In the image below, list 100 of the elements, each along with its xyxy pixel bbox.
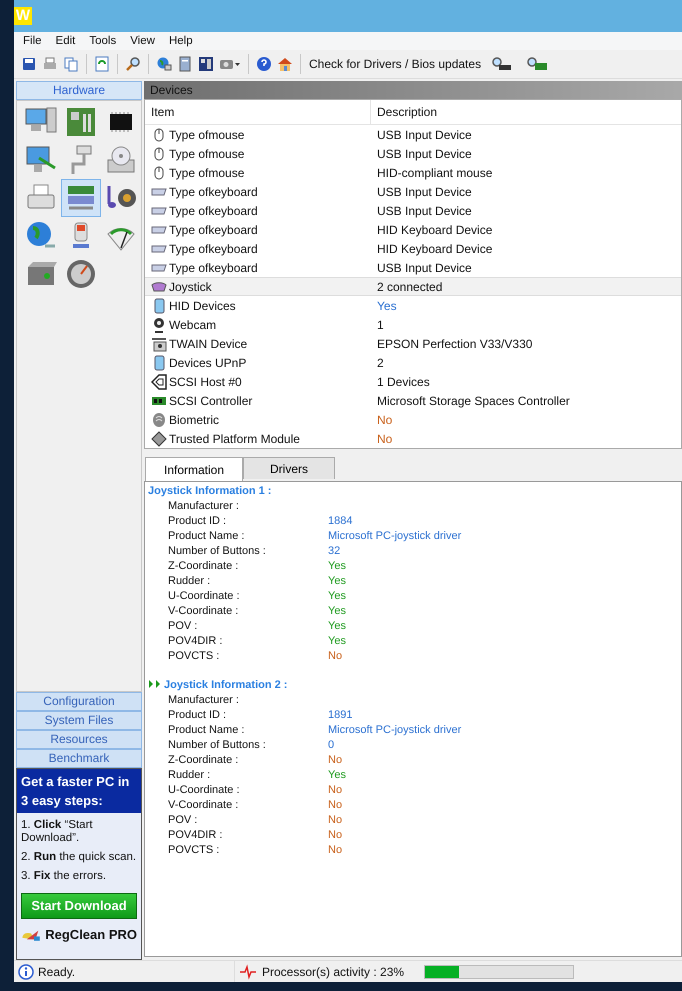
menu-item[interactable]: View — [123, 32, 162, 50]
device-row[interactable]: HID Devices Yes — [145, 296, 681, 315]
brand-name: RegClean PRO — [45, 926, 137, 944]
field-value: No — [328, 813, 342, 828]
field-value: No — [328, 783, 342, 798]
field-label: Number of Buttons : — [168, 544, 267, 560]
device-row[interactable]: Type ofmouse HID-compliant mouse — [145, 163, 681, 182]
field-value: No — [328, 843, 342, 858]
field-label: Z-Coordinate : — [168, 753, 240, 768]
device-row[interactable]: Type ofkeyboard USB Input Device — [145, 182, 681, 201]
device-description: No — [377, 412, 392, 426]
device-name: SCSI Controller — [169, 392, 252, 410]
device-name: Type ofkeyboard — [169, 222, 258, 238]
toolbar-button[interactable] — [276, 55, 294, 73]
category-tab[interactable]: Hardware — [16, 81, 142, 100]
device-row[interactable]: Biometric No — [145, 410, 681, 429]
field-label: Product Name : — [168, 529, 246, 544]
category-tab[interactable]: System Files — [16, 711, 142, 730]
webcam-icon — [151, 316, 167, 332]
toolbar-button[interactable] — [62, 55, 80, 73]
device-name: Type ofmouse — [169, 126, 244, 144]
toolbar-button[interactable] — [20, 55, 38, 73]
field-value: No — [328, 798, 342, 814]
tab[interactable]: Drivers — [243, 457, 335, 479]
section-title: Joystick Information 1 : — [148, 484, 272, 500]
device-description: USB Input Device — [377, 260, 472, 274]
column-header[interactable]: Item — [151, 103, 174, 121]
device-row[interactable]: SCSI Host #0 1 Devices — [145, 372, 681, 391]
column-header[interactable]: Description — [377, 105, 438, 119]
field-value: Microsoft PC-joystick driver — [328, 723, 462, 738]
device-row[interactable]: Trusted Platform Module No — [145, 429, 681, 448]
device-description: Yes — [377, 298, 397, 312]
field-label: POVCTS : — [168, 843, 220, 858]
category-tab[interactable]: Configuration — [16, 692, 142, 711]
device-description: 2 — [377, 356, 384, 370]
device-name: Type ofkeyboard — [169, 202, 258, 220]
circuit-board-icon — [198, 56, 214, 72]
menu-item[interactable]: File — [16, 32, 49, 50]
ad-title: Get a faster PC in 3 easy steps: — [17, 769, 141, 813]
toolbar-button[interactable] — [155, 55, 173, 73]
field-label: Manufacturer : — [168, 693, 240, 708]
menu-item[interactable]: Edit — [48, 32, 82, 50]
field-value: No — [328, 649, 342, 664]
toolbar-button[interactable] — [124, 55, 142, 73]
ad-step: 2. Run the quick scan. — [17, 851, 141, 864]
device-row[interactable]: SCSI Controller Microsoft Storage Spaces Controller — [145, 391, 681, 410]
device-name: Type ofmouse — [169, 146, 244, 162]
device-name: Type ofkeyboard — [169, 184, 258, 200]
device-row[interactable]: Type ofkeyboard HID Keyboard Device — [145, 220, 681, 239]
tab[interactable]: Information — [145, 457, 243, 481]
device-description: HID Keyboard Device — [377, 242, 492, 256]
field-value: 32 — [328, 544, 340, 560]
field-label: POV4DIR : — [168, 634, 224, 650]
device-row[interactable]: Type ofmouse USB Input Device — [145, 144, 681, 163]
device-row[interactable]: Type ofkeyboard USB Input Device — [145, 258, 681, 277]
search-icon — [125, 56, 141, 72]
globe-monitor-icon — [156, 56, 172, 72]
device-name: Type ofkeyboard — [169, 240, 258, 258]
field-label: Product Name : — [168, 723, 246, 738]
field-value: Yes — [328, 604, 346, 620]
fingerprint-icon — [151, 412, 167, 428]
dial-icon — [65, 258, 97, 290]
field-label: Z-Coordinate : — [168, 559, 240, 574]
menu-item[interactable]: Tools — [82, 32, 124, 50]
device-row[interactable]: Type ofmouse USB Input Device — [145, 125, 681, 144]
field-value: 1891 — [328, 708, 352, 724]
motherboard-icon — [65, 106, 97, 138]
device-row[interactable]: Type ofkeyboard HID Keyboard Device — [145, 239, 681, 258]
field-label: Product ID : — [168, 708, 228, 724]
field-value: No — [328, 753, 342, 768]
field-label: POV4DIR : — [168, 828, 224, 844]
device-row[interactable]: Joystick 2 connected — [145, 277, 681, 296]
field-label: Rudder : — [168, 768, 212, 784]
menu-item[interactable]: Help — [162, 32, 200, 50]
memory-module-icon — [151, 430, 167, 446]
device-description: USB Input Device — [377, 184, 472, 198]
scsi-connector-icon — [151, 374, 167, 390]
device-row[interactable]: Webcam 1 — [145, 315, 681, 334]
device-description: No — [377, 432, 392, 446]
device-row[interactable]: Devices UPnP 2 — [145, 353, 681, 372]
toolbar-button[interactable] — [255, 55, 273, 73]
category-tab[interactable]: Resources — [16, 730, 142, 749]
field-value: Yes — [328, 589, 346, 604]
toolbar-button[interactable] — [93, 55, 111, 73]
field-value: Yes — [328, 619, 346, 634]
field-value: Yes — [328, 574, 346, 590]
category-tab[interactable]: Benchmark — [16, 749, 142, 768]
pulse-icon — [239, 964, 257, 980]
scanner-camera-icon — [151, 336, 167, 352]
device-name: Type ofkeyboard — [169, 260, 258, 276]
device-description: EPSON Perfection V33/V330 — [377, 336, 532, 350]
toolbar-button[interactable] — [197, 55, 215, 73]
device-row[interactable]: Type ofkeyboard USB Input Device — [145, 201, 681, 220]
device-name: Webcam — [169, 316, 216, 334]
driver-search-button[interactable] — [525, 55, 550, 73]
device-row[interactable]: TWAIN Device EPSON Perfection V33/V330 — [145, 334, 681, 353]
device-description: USB Input Device — [377, 204, 472, 218]
magnifier-card-icon — [526, 56, 548, 72]
driver-check-label: Check for Drivers / Bios updates — [309, 56, 482, 73]
device-name: SCSI Host #0 — [169, 374, 242, 390]
